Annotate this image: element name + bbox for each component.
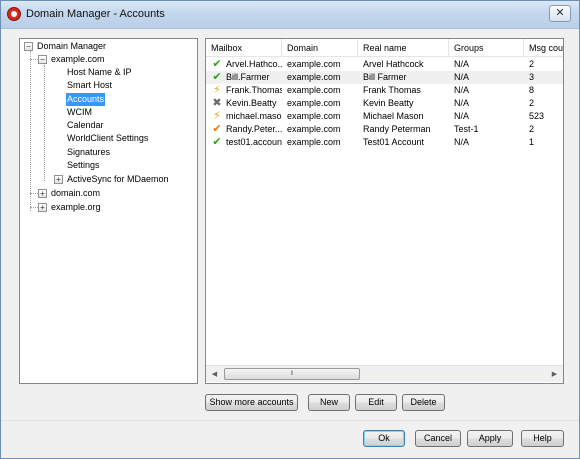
help-button[interactable]: Help xyxy=(521,430,564,447)
cell-mailbox: Arvel.Hathco... xyxy=(226,59,282,69)
tree-item-label: Host Name & IP xyxy=(67,67,132,77)
new-account-button[interactable]: New xyxy=(308,394,350,411)
check-icon: ✔ xyxy=(212,58,222,70)
cell-domain: example.com xyxy=(287,72,341,82)
lightning-icon: ⚡ xyxy=(213,84,221,96)
cell-domain: example.com xyxy=(287,59,341,69)
cell-mailbox: michael.mason xyxy=(226,111,282,121)
cell-mailbox: Frank.Thomas xyxy=(226,85,282,95)
tree-connector xyxy=(30,207,38,208)
title-bar[interactable]: Domain Manager - Accounts ✕ xyxy=(1,1,579,29)
ok-button[interactable]: Ok xyxy=(363,430,405,447)
cell-real-name: Arvel Hathcock xyxy=(363,59,424,69)
cell-real-name: Michael Mason xyxy=(363,111,424,121)
cell-domain: example.com xyxy=(287,124,341,134)
column-header-real-name[interactable]: Real name xyxy=(358,39,449,57)
cell-groups: N/A xyxy=(454,85,470,95)
tree-connector xyxy=(30,59,38,60)
tree-connector xyxy=(30,51,31,211)
cell-domain: example.com xyxy=(287,137,341,147)
scroll-thumb[interactable]: ⦀ xyxy=(224,368,360,380)
tree-item-label: WCIM xyxy=(67,107,92,117)
list-header: Mailbox Domain Real name Groups Msg coun… xyxy=(206,39,563,57)
cell-groups: N/A xyxy=(454,72,470,82)
account-row[interactable]: ✔ Bill.Farmer example.com Bill Farmer N/A 3 xyxy=(206,71,563,84)
cell-groups: Test-1 xyxy=(454,124,479,134)
scroll-left-arrow-icon[interactable]: ◀ xyxy=(206,366,223,383)
close-button[interactable]: ✕ xyxy=(549,5,571,22)
cell-mailbox: test01.account xyxy=(226,137,282,147)
cell-domain: example.com xyxy=(287,98,341,108)
check-orange-icon: ✔ xyxy=(212,123,222,135)
check-icon: ✔ xyxy=(212,71,222,83)
tree-node-label: example.com xyxy=(51,54,105,64)
account-row[interactable]: ✔ Arvel.Hathco... example.com Arvel Hathcoc… xyxy=(206,58,563,71)
cell-msg-count: 8 xyxy=(529,85,535,95)
tree-item-label: Calendar xyxy=(67,120,104,130)
expand-toggle[interactable]: + xyxy=(38,189,47,198)
check-icon: ✔ xyxy=(212,136,222,148)
tree-connector xyxy=(30,193,38,194)
cell-msg-count: 2 xyxy=(529,124,535,134)
tree-node-label: Domain Manager xyxy=(37,41,107,51)
account-row[interactable]: ⚡ michael.mason example.com Michael Mason N/… xyxy=(206,110,563,123)
cell-msg-count: 2 xyxy=(529,59,535,69)
column-header-groups[interactable]: Groups xyxy=(449,39,524,57)
cell-real-name: Bill Farmer xyxy=(363,72,407,82)
domain-manager-window: Domain Manager - Accounts ✕ − Domain Man… xyxy=(0,0,580,459)
cell-msg-count: 2 xyxy=(529,98,535,108)
domain-tree: − Domain Manager − example.com Host Name… xyxy=(19,38,198,384)
column-header-msg-count[interactable]: Msg count xyxy=(524,39,563,57)
cell-real-name: Randy Peterman xyxy=(363,124,431,134)
cell-domain: example.com xyxy=(287,85,341,95)
cell-groups: N/A xyxy=(454,111,470,121)
lightning-icon: ⚡ xyxy=(213,110,221,122)
edit-account-button[interactable]: Edit xyxy=(355,394,397,411)
account-row[interactable]: ⚡ Frank.Thomas example.com Frank Thomas N/A 8 xyxy=(206,84,563,97)
tree-item-label: ActiveSync for MDaemon xyxy=(67,174,169,184)
cell-groups: N/A xyxy=(454,59,470,69)
cell-domain: example.com xyxy=(287,111,341,121)
tree-item-label: Accounts xyxy=(66,93,106,106)
column-header-domain[interactable]: Domain xyxy=(282,39,358,57)
collapse-toggle[interactable]: − xyxy=(38,55,47,64)
mdaemon-app-icon xyxy=(7,7,21,21)
cell-msg-count: 3 xyxy=(529,72,535,82)
cell-real-name: Frank Thomas xyxy=(363,85,421,95)
window-title: Domain Manager - Accounts xyxy=(26,8,165,20)
cell-real-name: Test01 Account xyxy=(363,137,425,147)
expand-toggle[interactable]: + xyxy=(54,175,63,184)
cell-mailbox: Kevin.Beatty xyxy=(226,98,277,108)
column-header-mailbox[interactable]: Mailbox xyxy=(206,39,282,57)
cell-mailbox: Randy.Peter... xyxy=(226,124,282,134)
cell-msg-count: 523 xyxy=(529,111,545,121)
tree-item-label: WorldClient Settings xyxy=(67,133,149,143)
cell-groups: N/A xyxy=(454,137,470,147)
collapse-toggle[interactable]: − xyxy=(24,42,33,51)
tree-item-label: Signatures xyxy=(67,147,111,157)
cancel-button[interactable]: Cancel xyxy=(415,430,461,447)
footer-divider xyxy=(1,420,579,421)
tree-node-label: domain.com xyxy=(51,188,101,198)
tree-item-label: Settings xyxy=(67,160,100,170)
account-row[interactable]: ✔ Randy.Peter... example.com Randy Peterman… xyxy=(206,123,563,136)
show-more-accounts-button[interactable]: Show more accounts xyxy=(205,394,298,411)
expand-toggle[interactable]: + xyxy=(38,203,47,212)
delete-account-button[interactable]: Delete xyxy=(402,394,445,411)
tree-connector xyxy=(44,65,45,181)
horizontal-scrollbar[interactable]: ◀ ⦀ ▶ xyxy=(206,365,563,382)
scroll-right-arrow-icon[interactable]: ▶ xyxy=(546,366,563,383)
tree-node-label: example.org xyxy=(51,202,101,212)
cell-real-name: Kevin Beatty xyxy=(363,98,414,108)
apply-button[interactable]: Apply xyxy=(467,430,513,447)
accounts-list: Mailbox Domain Real name Groups Msg coun… xyxy=(205,38,564,384)
account-row[interactable]: ✔ test01.account example.com Test01 Account… xyxy=(206,136,563,149)
cell-mailbox: Bill.Farmer xyxy=(226,72,270,82)
tree-item-label: Smart Host xyxy=(67,80,113,90)
cell-groups: N/A xyxy=(454,98,470,108)
cross-icon: ✖ xyxy=(212,97,222,109)
cell-msg-count: 1 xyxy=(529,137,535,147)
account-row[interactable]: ✖ Kevin.Beatty example.com Kevin Beatty N/A 2 xyxy=(206,97,563,110)
